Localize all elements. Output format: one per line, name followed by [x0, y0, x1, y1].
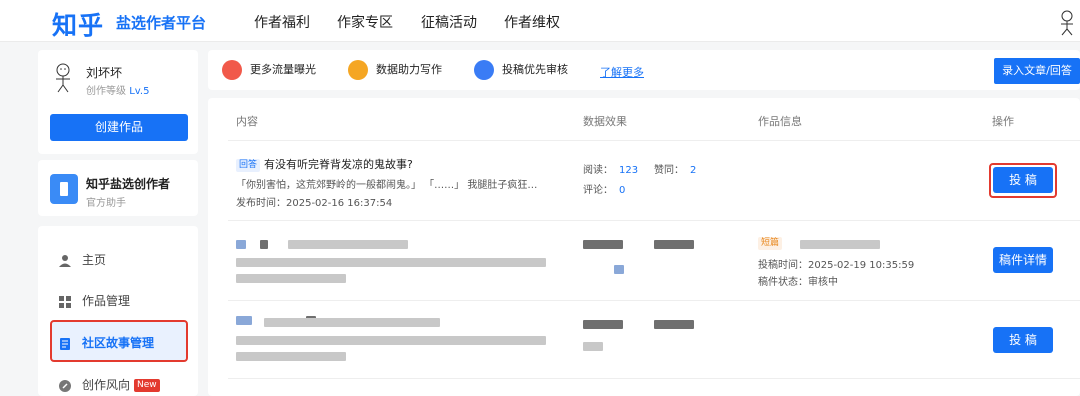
chart-icon: [348, 60, 368, 80]
nav-call-for-submissions[interactable]: 征稿活动: [421, 12, 477, 32]
short-story-tag: 短篇: [758, 237, 783, 250]
row1-title[interactable]: 回答 有没有听完脊背发凉的鬼故事?: [236, 156, 413, 172]
blurred-text: [236, 274, 346, 283]
nav-author-rights[interactable]: 作者维权: [504, 12, 560, 32]
list-icon: [60, 337, 70, 350]
blurred-text: [654, 320, 694, 329]
user-icon: [474, 60, 494, 80]
user-level: 创作等级 Lv.5: [86, 86, 150, 97]
sidebar-item-trends[interactable]: 创作风向 New: [58, 376, 160, 393]
blurred-text: [260, 240, 268, 249]
blurred-text: [288, 240, 408, 249]
learn-more-link[interactable]: 了解更多: [600, 64, 644, 80]
blurred-text: [236, 336, 546, 345]
row1-excerpt: 「你别害怕，这荒郊野岭的一般都闹鬼。」 「……」 我腿肚子疯狂…: [236, 180, 538, 191]
feature-data: 数据助力写作: [348, 60, 442, 80]
flame-icon: [222, 60, 242, 80]
row2-type: 短篇: [758, 237, 783, 250]
compass-icon: [59, 379, 71, 392]
row1-published-time: 发布时间：2025-02-16 16:37:54: [236, 198, 393, 209]
manuscript-detail-button[interactable]: 稿件详情: [993, 247, 1053, 273]
blurred-text: [236, 316, 252, 325]
blurred-text: [583, 240, 623, 249]
sidebar-item-home[interactable]: 主页: [58, 251, 106, 268]
helper-name: 知乎盐选创作者: [86, 177, 171, 191]
submit-button[interactable]: 投 稿: [993, 167, 1053, 193]
zhihu-logo[interactable]: 知乎: [52, 6, 104, 42]
row2-status: 稿件状态：审核中: [758, 277, 838, 288]
row1-likes: 赞同： 2: [654, 165, 697, 176]
answer-tag: 回答: [236, 158, 261, 172]
blurred-text: [236, 258, 546, 267]
feature-strip: [208, 50, 1080, 90]
blurred-text: [264, 318, 440, 327]
header-data: 数据效果: [583, 115, 627, 128]
create-work-button[interactable]: 创建作品: [50, 114, 188, 141]
sidebar-item-community-stories[interactable]: 社区故事管理: [58, 334, 154, 351]
platform-title[interactable]: 盐选作者平台: [116, 12, 206, 33]
user-name: 刘坏坏: [86, 66, 123, 80]
helper-logo-icon: [50, 174, 78, 204]
header-actions: 操作: [992, 115, 1014, 128]
divider: [228, 300, 1080, 301]
row1-reads: 阅读： 123: [583, 165, 639, 176]
blurred-text: [800, 240, 880, 249]
helper-subtitle: 官方助手: [86, 198, 126, 209]
blurred-text: [236, 352, 346, 361]
top-bar: 知乎 盐选作者平台 作者福利 作家专区 征稿活动 作者维权: [0, 0, 1080, 42]
sidebar-item-works[interactable]: 作品管理: [58, 292, 130, 309]
user-avatar-icon[interactable]: [1058, 10, 1076, 36]
avatar[interactable]: [53, 63, 73, 93]
divider: [228, 220, 1080, 221]
header-content: 内容: [236, 115, 258, 128]
blurred-text: [236, 240, 246, 249]
blurred-text: [654, 240, 694, 249]
row1-comments: 评论： 0: [583, 185, 626, 196]
record-article-button[interactable]: 录入文章/回答: [994, 58, 1080, 84]
submit-button[interactable]: 投 稿: [993, 327, 1053, 353]
feature-priority-review: 投稿优先审核: [474, 60, 568, 80]
feature-traffic: 更多流量曝光: [222, 60, 316, 80]
blurred-text: [614, 265, 624, 274]
blurred-text: [583, 342, 603, 351]
nav-writer-zone[interactable]: 作家专区: [337, 12, 393, 32]
person-icon: [59, 254, 71, 267]
blurred-text: [583, 320, 623, 329]
row2-submit-time: 投稿时间：2025-02-19 10:35:59: [758, 260, 915, 271]
divider: [228, 378, 1080, 379]
divider: [228, 140, 1080, 141]
header-info: 作品信息: [758, 115, 802, 128]
nav-author-benefits[interactable]: 作者福利: [254, 12, 310, 32]
grid-icon: [59, 295, 71, 308]
new-badge: New: [134, 379, 160, 392]
